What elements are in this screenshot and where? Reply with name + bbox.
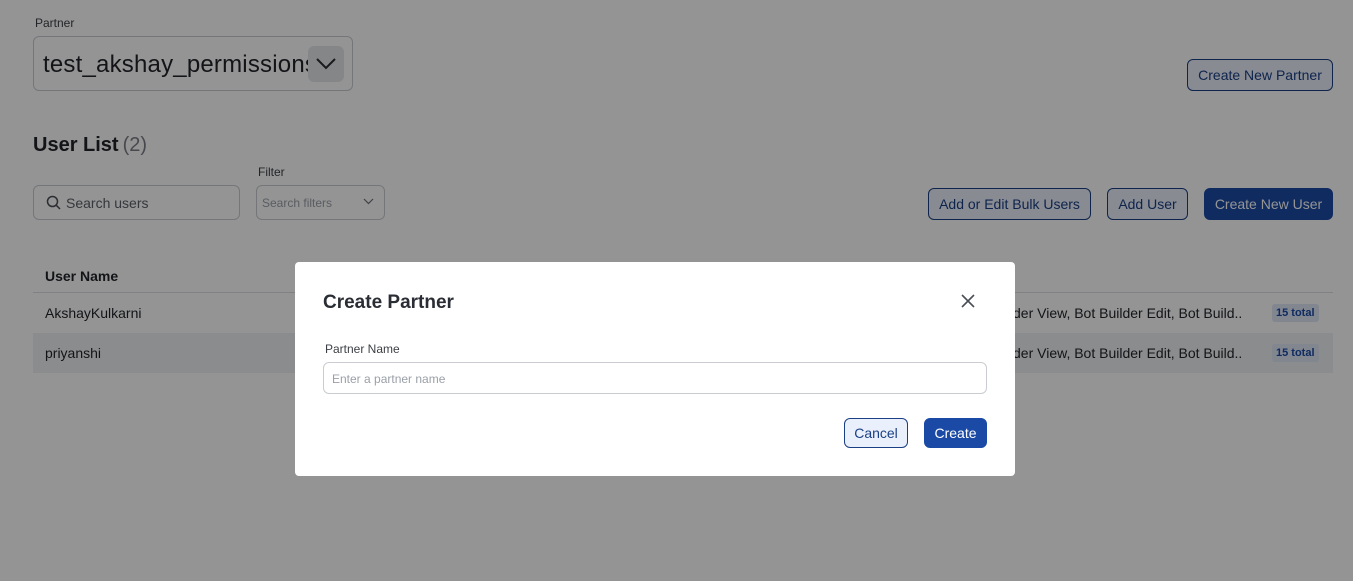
dialog-title: Create Partner — [323, 292, 454, 313]
partner-name-input[interactable] — [332, 369, 972, 389]
close-icon — [961, 294, 975, 308]
partner-name-field-box[interactable] — [323, 362, 987, 394]
partner-name-label: Partner Name — [325, 342, 400, 356]
create-partner-dialog: Create Partner Partner Name Cancel Creat… — [295, 262, 1015, 476]
cancel-button[interactable]: Cancel — [844, 418, 908, 448]
create-button[interactable]: Create — [924, 418, 987, 448]
page: Partner test_akshay_permissions Create N… — [0, 0, 1353, 581]
close-button[interactable] — [959, 292, 977, 310]
